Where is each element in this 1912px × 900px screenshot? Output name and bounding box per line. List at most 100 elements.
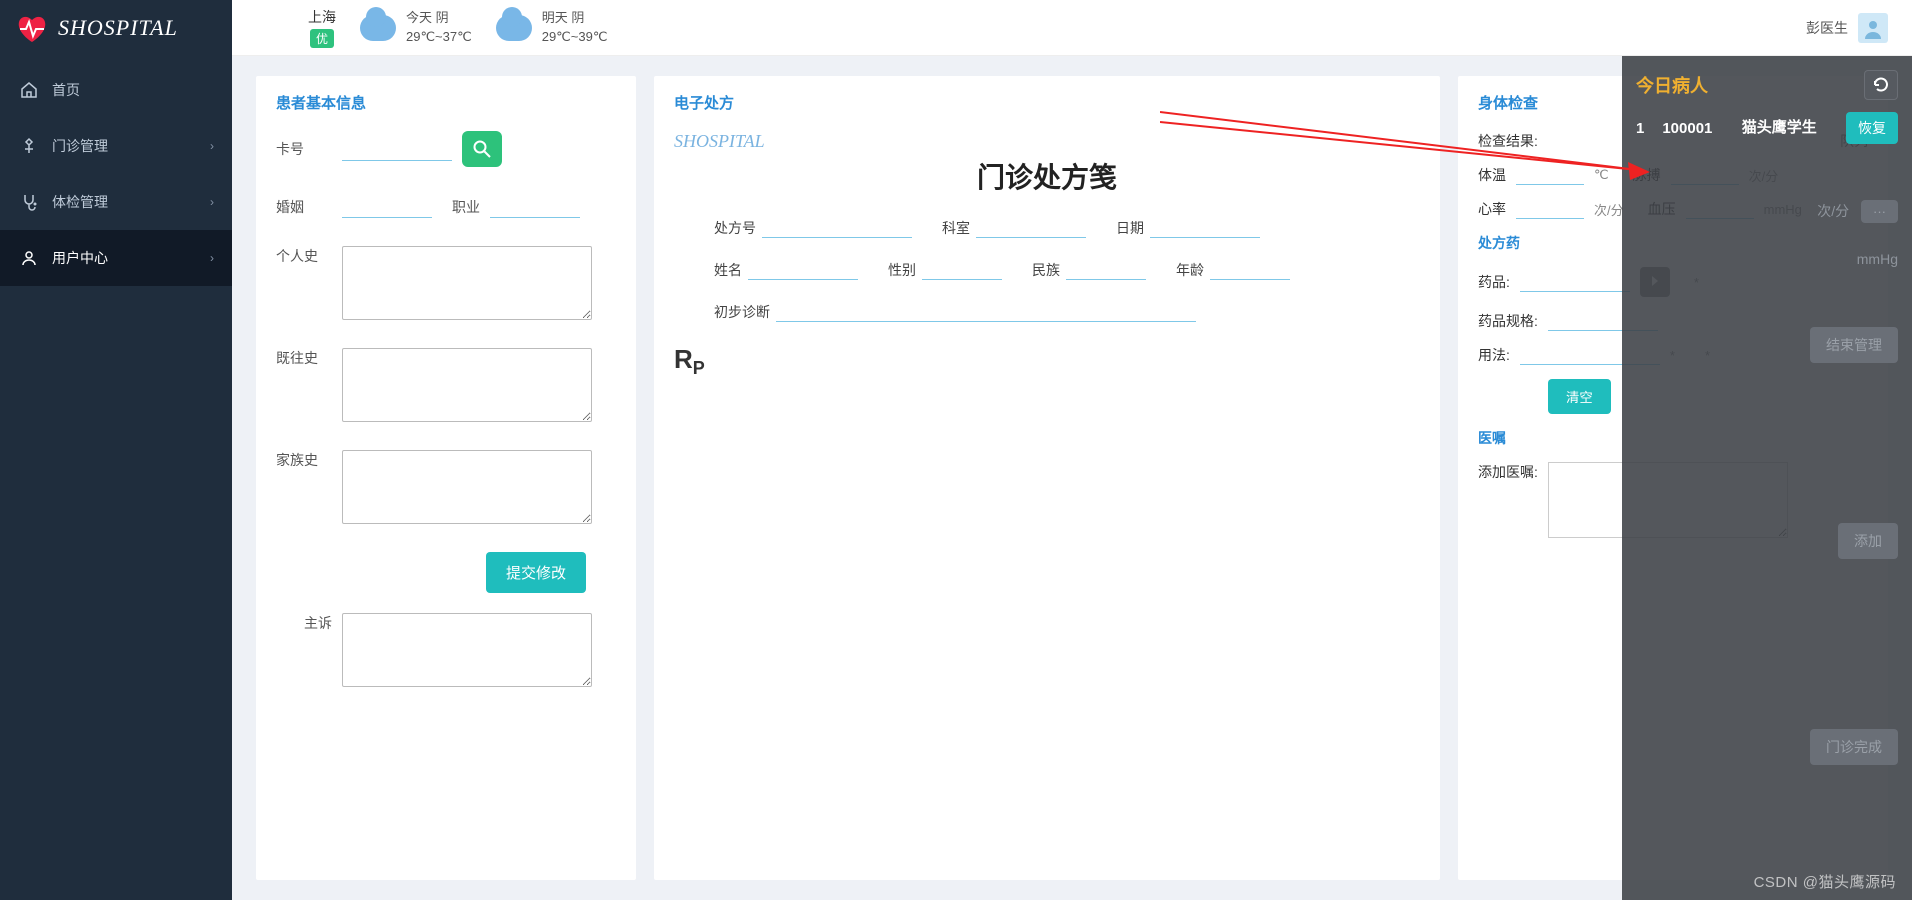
date-label: 日期 — [1116, 218, 1144, 238]
sidebar-item-user-center[interactable]: 用户中心 › — [0, 230, 232, 286]
cloud-icon — [360, 15, 396, 41]
name-input[interactable] — [748, 260, 858, 280]
air-quality-badge: 优 — [310, 29, 334, 48]
rp-symbol: RP — [674, 344, 1420, 379]
rx-no-input[interactable] — [762, 218, 912, 238]
patient-row[interactable]: 1 100001 猫头鹰学生 恢复 — [1636, 112, 1898, 144]
card-input[interactable] — [342, 138, 452, 161]
patient-seq: 1 — [1636, 120, 1644, 137]
drug-label: 药品: — [1478, 272, 1510, 292]
ghost-button: ··· — [1861, 200, 1898, 223]
submit-button[interactable]: 提交修改 — [486, 552, 586, 593]
weather-tomorrow-text: 明天 阴 29℃~39℃ — [542, 9, 608, 45]
result-label: 检查结果: — [1478, 131, 1538, 151]
finish-manage-button[interactable]: 结束管理 — [1810, 327, 1898, 363]
dx-input[interactable] — [776, 302, 1196, 322]
panel-title: 电子处方 — [674, 92, 1420, 113]
age-input[interactable] — [1210, 260, 1290, 280]
sidebar-item-outpatient[interactable]: 门诊管理 › — [0, 118, 232, 174]
panel-title: 患者基本信息 — [276, 92, 616, 113]
weather-today-label: 今天 阴 — [406, 9, 472, 27]
personal-hx-textarea[interactable] — [342, 246, 592, 320]
family-hx-textarea[interactable] — [342, 450, 592, 524]
add-order-label: 添加医嘱: — [1478, 462, 1538, 482]
temp-unit: ℃ — [1594, 167, 1609, 183]
hr-unit: 次/分 — [1594, 200, 1624, 219]
refresh-icon — [1872, 76, 1890, 94]
weather-today: 今天 阴 29℃~37℃ — [360, 9, 472, 45]
weather-tomorrow-temp: 29℃~39℃ — [542, 28, 608, 46]
logo-text: SHOSPITAL — [58, 15, 178, 41]
weather-block: 上海 优 今天 阴 29℃~37℃ 明天 阴 29℃~39℃ — [308, 7, 607, 48]
chief-textarea[interactable] — [342, 613, 592, 687]
sidebar-item-physical[interactable]: 体检管理 › — [0, 174, 232, 230]
patient-info-panel: 患者基本信息 卡号 婚姻 职业 个人史 既往史 家族史 提交修改 — [256, 76, 636, 880]
home-icon — [20, 81, 38, 99]
patient-id: 100001 — [1662, 120, 1712, 137]
temp-input[interactable] — [1516, 165, 1584, 185]
chevron-right-icon: › — [210, 139, 214, 153]
hr-input[interactable] — [1516, 199, 1584, 219]
rx-no-label: 处方号 — [714, 218, 756, 238]
rx-watermark: SHOSPITAL — [674, 131, 1420, 152]
avatar — [1858, 13, 1888, 43]
logo-area: SHOSPITAL — [0, 0, 232, 56]
occupation-label: 职业 — [452, 197, 480, 217]
spec-label: 药品规格: — [1478, 311, 1538, 331]
faded-hint2: mmHg — [1857, 251, 1898, 267]
today-patient-panel: 今日病人 1 100001 猫头鹰学生 恢复 次/分 ··· mmHg 结束管理… — [1622, 56, 1912, 900]
restore-button[interactable]: 恢复 — [1846, 112, 1898, 144]
dept-input[interactable] — [976, 218, 1086, 238]
usage-label: 用法: — [1478, 345, 1510, 365]
prescription-panel: 电子处方 SHOSPITAL 门诊处方笺 处方号 科室 日期 姓名 性别 民族 … — [654, 76, 1440, 880]
family-hx-label: 家族史 — [276, 450, 332, 470]
weather-tomorrow: 明天 阴 29℃~39℃ — [496, 9, 608, 45]
sidebar-item-label: 体检管理 — [52, 192, 108, 212]
past-hx-label: 既往史 — [276, 348, 332, 368]
finish-visit-button[interactable]: 门诊完成 — [1810, 729, 1898, 765]
refresh-button[interactable] — [1864, 70, 1898, 100]
logo-icon — [16, 14, 48, 42]
date-input[interactable] — [1150, 218, 1260, 238]
faded-hint: 次/分 — [1817, 203, 1849, 219]
chief-label: 主诉 — [276, 613, 332, 633]
clear-button[interactable]: 清空 — [1548, 379, 1611, 414]
stethoscope-icon — [20, 193, 38, 211]
weather-today-temp: 29℃~37℃ — [406, 28, 472, 46]
cloud-icon — [496, 15, 532, 41]
gender-input[interactable] — [922, 260, 1002, 280]
sidebar-item-label: 门诊管理 — [52, 136, 108, 156]
marriage-label: 婚姻 — [276, 197, 332, 217]
user-icon — [20, 249, 38, 267]
hr-label: 心率 — [1478, 199, 1506, 219]
search-icon — [472, 139, 492, 159]
sidebar-item-label: 首页 — [52, 80, 80, 100]
search-button[interactable] — [462, 131, 502, 167]
drug-input[interactable] — [1520, 272, 1630, 292]
personal-hx-label: 个人史 — [276, 246, 332, 266]
name-label: 姓名 — [714, 260, 742, 280]
top-header: 上海 优 今天 阴 29℃~37℃ 明天 阴 29℃~39℃ 彭医生 — [232, 0, 1912, 56]
sidebar-item-home[interactable]: 首页 — [0, 62, 232, 118]
patient-name: 猫头鹰学生 — [1730, 119, 1828, 137]
weather-tomorrow-label: 明天 阴 — [542, 9, 608, 27]
chevron-right-icon: › — [210, 195, 214, 209]
ethnic-input[interactable] — [1066, 260, 1146, 280]
today-patient-title: 今日病人 — [1636, 72, 1708, 98]
marriage-input[interactable] — [342, 195, 432, 218]
age-label: 年龄 — [1176, 260, 1204, 280]
city-block: 上海 优 — [308, 7, 336, 48]
add-button[interactable]: 添加 — [1838, 523, 1898, 559]
outpatient-icon — [20, 137, 38, 155]
dept-label: 科室 — [942, 218, 970, 238]
past-hx-textarea[interactable] — [342, 348, 592, 422]
sidebar: SHOSPITAL 首页 门诊管理 › 体检管理 › 用户中心 › — [0, 0, 232, 900]
chevron-right-icon: › — [210, 251, 214, 265]
ethnic-label: 民族 — [1032, 260, 1060, 280]
user-area[interactable]: 彭医生 — [1806, 13, 1896, 43]
sidebar-item-label: 用户中心 — [52, 248, 108, 268]
card-label: 卡号 — [276, 139, 332, 159]
occupation-input[interactable] — [490, 195, 580, 218]
sidebar-menu: 首页 门诊管理 › 体检管理 › 用户中心 › — [0, 56, 232, 286]
city-name: 上海 — [308, 7, 336, 27]
